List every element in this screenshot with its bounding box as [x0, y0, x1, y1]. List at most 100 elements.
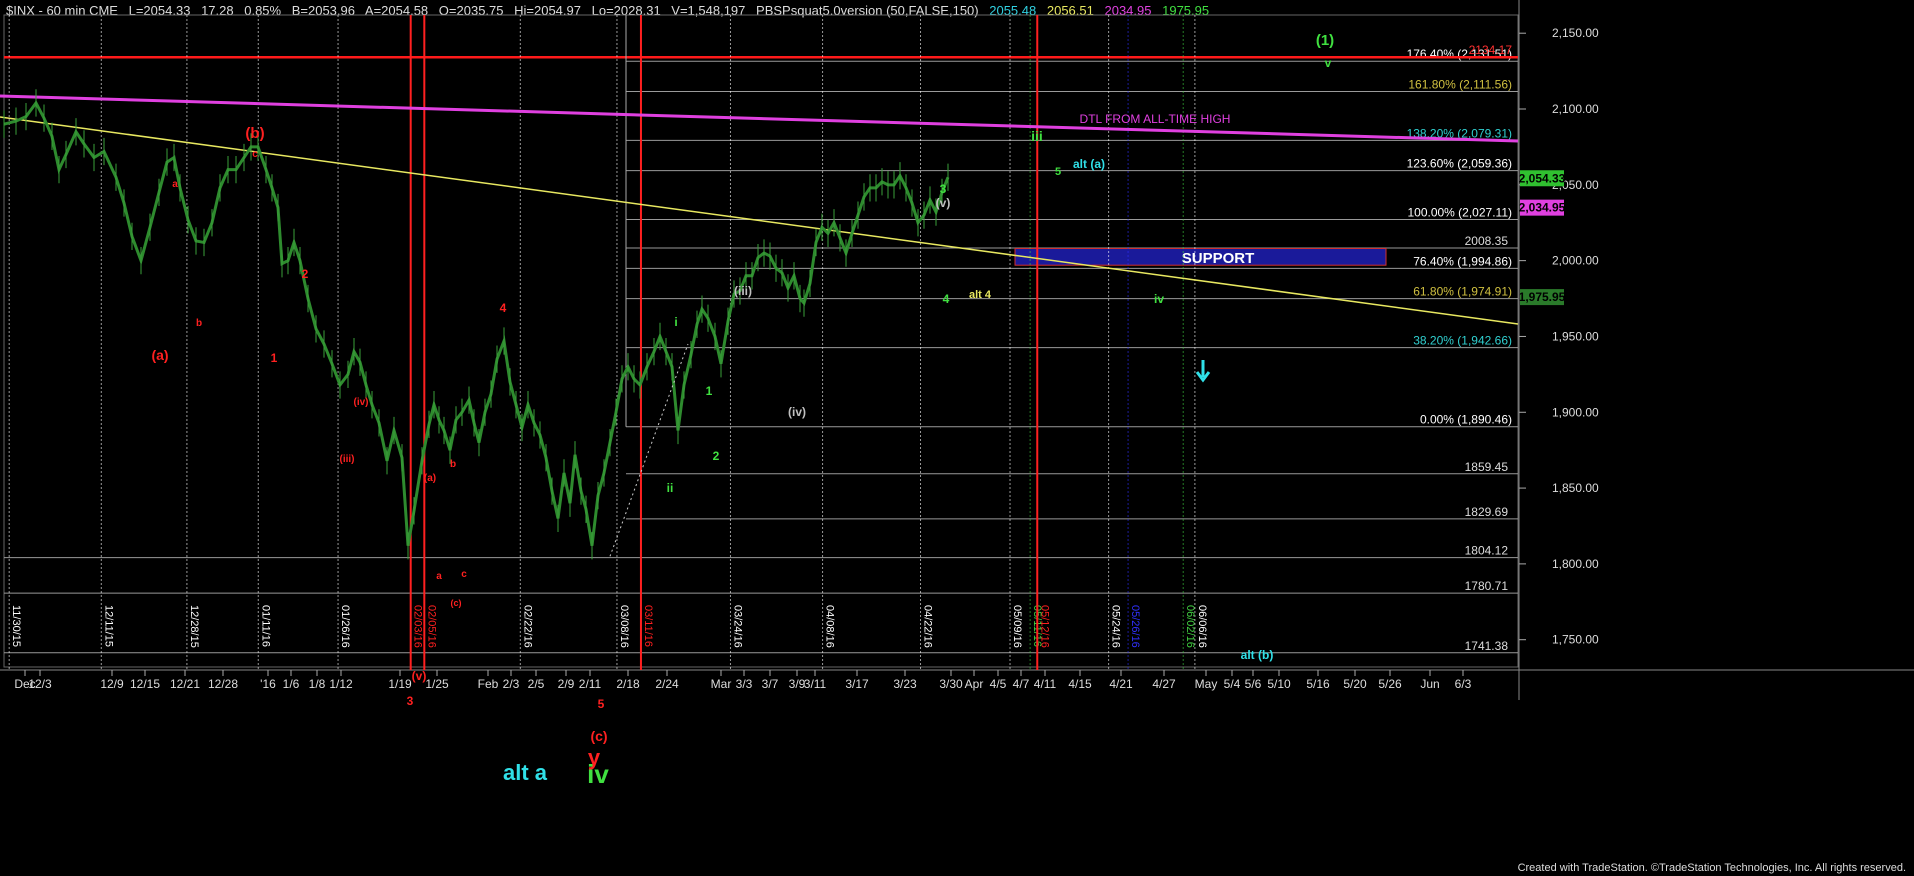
x-tick-label: Feb	[478, 677, 499, 691]
fib-level-label: 76.40% (1,994.86)	[1413, 254, 1512, 268]
x-tick-label: 12/15	[130, 677, 160, 691]
plot-frame	[3, 14, 1519, 668]
wave-label: v	[1325, 56, 1332, 70]
wave-label: 5	[1055, 166, 1061, 178]
wave-label: (iv)	[788, 405, 806, 419]
wave-label: 5	[598, 697, 605, 711]
horizontal-level-label: 1804.12	[1465, 544, 1509, 558]
fib-layer: 2008.35 1859.45 1829.69 1804.12 1780.71 1741.…	[4, 15, 1518, 654]
y-tick-label: 1,850.00	[1552, 481, 1599, 495]
x-tick-label: 5/6	[1245, 677, 1262, 691]
date-vertical-label: 06/06/16	[1196, 605, 1208, 648]
footer-credit: Created with TradeStation. ©TradeStation…	[1517, 862, 1906, 874]
x-tick-label: 2/9	[558, 677, 575, 691]
horizontal-level-label: 1859.45	[1465, 460, 1509, 474]
price-badge-label: 2,034.95	[1519, 201, 1566, 215]
fib-level-label: 0.00% (1,890.46)	[1420, 413, 1512, 427]
x-tick-label: 2/18	[616, 677, 640, 691]
date-vertical-label: 11/30/15	[10, 605, 22, 647]
x-tick-label: 3/3	[736, 677, 753, 691]
wave-label: ii	[667, 481, 674, 495]
fib-level-label: 100.00% (2,027.11)	[1407, 206, 1512, 220]
x-tick-label: 4/21	[1109, 677, 1133, 691]
wave-label: c	[461, 569, 467, 580]
x-tick-label: 4/27	[1152, 677, 1176, 691]
x-tick-label: 3/30	[939, 677, 963, 691]
wave-label: a	[172, 179, 178, 190]
wave-label: (a)	[151, 347, 168, 363]
wave-label: (v)	[412, 669, 427, 683]
x-tick-label: 5/10	[1267, 677, 1291, 691]
wave-label: alt 4	[969, 289, 992, 301]
wave-label: (c)	[590, 728, 607, 744]
wave-label: (v)	[936, 196, 951, 210]
dtl-label: DTL FROM ALL-TIME HIGH	[1080, 112, 1231, 126]
x-tick-label: Jun	[1420, 677, 1439, 691]
x-tick-label: 3/7	[762, 677, 779, 691]
wave-label: iv	[1154, 292, 1164, 306]
down-arrow-icon	[1195, 360, 1211, 383]
wave-label: alt (b)	[1241, 648, 1274, 662]
x-tick-label: 2/5	[528, 677, 545, 691]
y-tick-label: 1,750.00	[1552, 633, 1599, 647]
x-tick-label: 12/28	[208, 677, 238, 691]
wave-label: 2	[713, 449, 720, 463]
fib-level-label: 2134.17	[1469, 43, 1513, 57]
wave-label: 4	[943, 292, 950, 306]
wave-label: (a)	[424, 473, 436, 484]
wave-label: (b)	[245, 125, 264, 142]
date-vertical-label: 02/05/16	[425, 605, 437, 648]
x-tick-label: 4/15	[1068, 677, 1092, 691]
x-tick-label: 1/25	[425, 677, 449, 691]
x-tick-label: 1/8	[309, 677, 326, 691]
x-tick-label: 5/26	[1378, 677, 1402, 691]
fib-level-label: 123.60% (2,059.36)	[1407, 157, 1512, 171]
wave-label: (iv)	[354, 397, 369, 408]
wave-label: (iii)	[734, 284, 752, 298]
price-series-line	[3, 100, 950, 546]
wave-label: iii	[1031, 128, 1043, 144]
y-tick-label: 1,950.00	[1552, 329, 1599, 343]
x-tick-label: 5/16	[1306, 677, 1330, 691]
x-tick-label: Mar	[711, 677, 732, 691]
x-tick-label: 3/11	[804, 677, 827, 691]
y-tick-label: 2,100.00	[1552, 102, 1599, 116]
y-tick-label: 2,150.00	[1552, 26, 1599, 40]
x-tick-label: 1/6	[283, 677, 300, 691]
x-tick-label: 12/3	[28, 677, 52, 691]
date-vertical-label: 02/22/16	[521, 605, 533, 648]
date-vertical-label: 04/22/16	[922, 605, 934, 648]
x-tick-label: 2/11	[579, 677, 602, 691]
wave-label: 1	[706, 384, 713, 398]
wave-label: 3	[940, 182, 947, 196]
fib-level-label: 61.80% (1,974.91)	[1413, 285, 1512, 299]
date-vertical-label: 03/24/16	[731, 605, 743, 648]
x-tick-label: 1/19	[388, 677, 412, 691]
y-tick-label: 1,800.00	[1552, 557, 1599, 571]
price-layer	[3, 89, 950, 560]
x-tick-label: 1/12	[329, 677, 353, 691]
date-vertical-label: 05/24/16	[1110, 605, 1122, 648]
wave-label: b	[196, 318, 202, 329]
date-vertical-label: 12/11/15	[102, 605, 114, 647]
date-vertical-label: 03/11/16	[642, 605, 654, 647]
horizontal-level-label: 2008.35	[1465, 234, 1509, 248]
wave-label: i	[674, 315, 677, 329]
wave-label: a	[436, 571, 442, 582]
x-tick-label: 6/3	[1455, 677, 1472, 691]
horizontal-level-label: 1780.71	[1465, 579, 1509, 593]
yellow-trendline	[0, 116, 1519, 325]
support-zone-label: SUPPORT	[1182, 250, 1255, 267]
wave-label: b	[450, 459, 456, 470]
x-tick-label: 5/4	[1224, 677, 1241, 691]
date-vertical-label: 12/28/15	[188, 605, 200, 648]
x-tick-label: 4/11	[1034, 677, 1057, 691]
price-badge-label: 1,975.95	[1519, 290, 1566, 304]
wave-label: (1)	[1316, 32, 1334, 49]
price-chart[interactable]: 2008.35 1859.45 1829.69 1804.12 1780.71 1741.…	[0, 0, 1914, 876]
wave-label: alt a	[503, 760, 548, 785]
x-tick-label: 2/24	[655, 677, 679, 691]
x-tick-label: May	[1195, 677, 1218, 691]
wave-label: 4	[500, 301, 507, 315]
x-tick-label: 3/23	[893, 677, 917, 691]
